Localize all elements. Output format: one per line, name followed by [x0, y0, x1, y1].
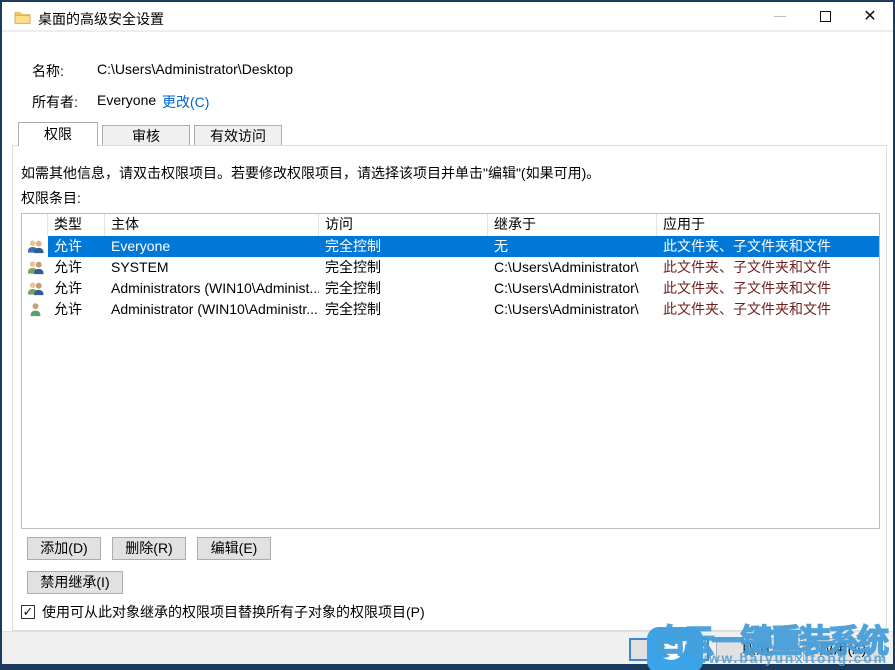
cell-access: 完全控制 — [319, 299, 488, 320]
cell-access: 完全控制 — [319, 257, 488, 278]
owner-label: 所有者: — [32, 92, 78, 112]
cell-access: 完全控制 — [319, 236, 488, 257]
folder-icon — [14, 10, 31, 24]
tab-permissions[interactable]: 权限 — [18, 122, 98, 146]
users-group-icon — [22, 257, 48, 278]
checkbox-checked-icon[interactable]: ✓ — [21, 605, 35, 619]
minimize-button — [757, 2, 803, 31]
edit-button[interactable]: 编辑(E) — [197, 537, 271, 560]
minimize-icon — [774, 16, 786, 17]
cell-principal: Everyone — [105, 236, 319, 257]
name-label: 名称: — [32, 61, 64, 81]
replace-permissions-checkbox-row[interactable]: ✓ 使用可从此对象继承的权限项目替换所有子对象的权限项目(P) — [21, 602, 425, 622]
replace-permissions-checkbox-label: 使用可从此对象继承的权限项目替换所有子对象的权限项目(P) — [42, 602, 425, 622]
cell-inherited-from: C:\Users\Administrator\ — [488, 299, 657, 320]
window-title: 桌面的高级安全设置 — [38, 9, 164, 29]
instruction-text: 如需其他信息，请双击权限项目。若要修改权限项目，请选择该项目并单击"编辑"(如果… — [21, 163, 600, 183]
add-button[interactable]: 添加(D) — [27, 537, 101, 560]
header-type[interactable]: 类型 — [48, 214, 105, 236]
cell-applies-to: 此文件夹、子文件夹和文件 — [657, 299, 879, 320]
cell-type: 允许 — [48, 278, 105, 299]
screenshot-frame: 桌面的高级安全设置 ✕ 名称: C:\Users\Administrator\D… — [0, 0, 895, 670]
cell-inherited-from: 无 — [488, 236, 657, 257]
table-row[interactable]: 允许 Everyone 完全控制 无 此文件夹、子文件夹和文件 — [22, 236, 879, 257]
close-button[interactable]: ✕ — [847, 2, 893, 31]
disable-inheritance-button[interactable]: 禁用继承(I) — [27, 571, 123, 594]
apply-button[interactable]: 应用(A) — [803, 638, 883, 661]
table-header: 类型 主体 访问 继承于 应用于 — [22, 214, 879, 236]
cell-applies-to: 此文件夹、子文件夹和文件 — [657, 278, 879, 299]
cell-principal: SYSTEM — [105, 257, 319, 278]
cell-inherited-from: C:\Users\Administrator\ — [488, 257, 657, 278]
maximize-button[interactable] — [802, 2, 848, 31]
users-group-icon — [22, 278, 48, 299]
remove-button[interactable]: 删除(R) — [112, 537, 186, 560]
owner-value: Everyone — [97, 92, 156, 108]
cell-type: 允许 — [48, 236, 105, 257]
titlebar: 桌面的高级安全设置 ✕ — [2, 2, 893, 32]
maximize-icon — [820, 11, 831, 22]
header-inherited-from[interactable]: 继承于 — [488, 214, 657, 236]
table-row[interactable]: 允许 Administrator (WIN10\Administr... 完全控… — [22, 299, 879, 320]
cell-inherited-from: C:\Users\Administrator\ — [488, 278, 657, 299]
cancel-button[interactable]: 取消 — [716, 638, 796, 661]
permissions-tab-page: 如需其他信息，请双击权限项目。若要修改权限项目，请选择该项目并单击"编辑"(如果… — [12, 145, 887, 631]
header-principal[interactable]: 主体 — [105, 214, 319, 236]
permission-entries-table: 类型 主体 访问 继承于 应用于 允许 Everyone 完全控制 无 此文件夹… — [21, 213, 880, 529]
change-owner-link[interactable]: 更改(C) — [162, 92, 209, 112]
ok-button[interactable]: 确定 — [629, 638, 709, 661]
dialog-footer: 确定 取消 应用(A) — [2, 631, 893, 664]
close-icon: ✕ — [863, 9, 876, 25]
cell-principal: Administrators (WIN10\Administ... — [105, 278, 319, 299]
users-group-icon — [22, 236, 48, 257]
cell-type: 允许 — [48, 299, 105, 320]
header-access[interactable]: 访问 — [319, 214, 488, 236]
table-row[interactable]: 允许 Administrators (WIN10\Administ... 完全控… — [22, 278, 879, 299]
cell-access: 完全控制 — [319, 278, 488, 299]
cell-applies-to: 此文件夹、子文件夹和文件 — [657, 257, 879, 278]
dialog-window: 桌面的高级安全设置 ✕ 名称: C:\Users\Administrator\D… — [2, 2, 893, 664]
tab-effective-access[interactable]: 有效访问 — [194, 125, 282, 146]
cell-type: 允许 — [48, 257, 105, 278]
header-icon-column — [22, 214, 48, 236]
entries-label: 权限条目: — [21, 188, 81, 208]
user-icon — [22, 299, 48, 320]
name-value: C:\Users\Administrator\Desktop — [97, 61, 293, 77]
cell-applies-to: 此文件夹、子文件夹和文件 — [657, 236, 879, 257]
tab-audit[interactable]: 审核 — [102, 125, 190, 146]
cell-principal: Administrator (WIN10\Administr... — [105, 299, 319, 320]
header-applies-to[interactable]: 应用于 — [657, 214, 879, 236]
table-row[interactable]: 允许 SYSTEM 完全控制 C:\Users\Administrator\ 此… — [22, 257, 879, 278]
